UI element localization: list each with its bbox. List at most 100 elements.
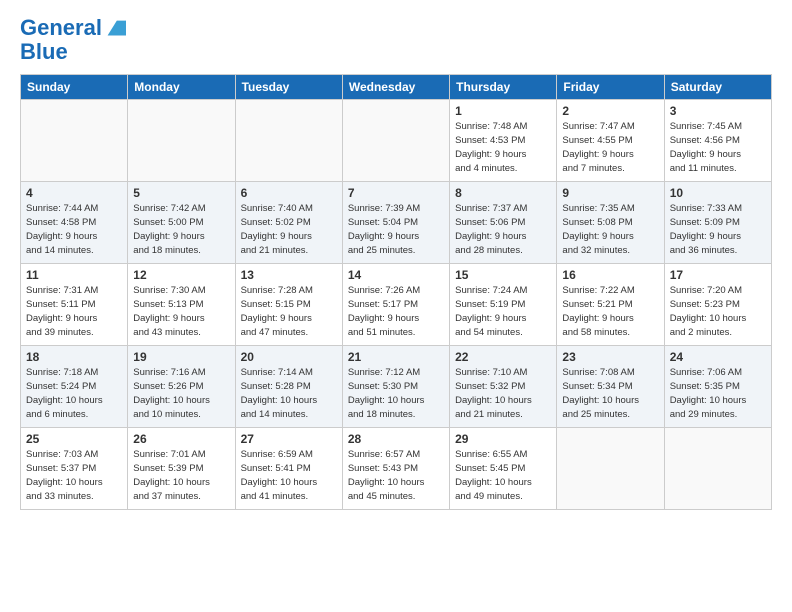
day-number: 18 bbox=[26, 350, 122, 364]
calendar-cell bbox=[342, 100, 449, 182]
calendar-cell: 14 Sunrise: 7:26 AM Sunset: 5:17 PM Dayli… bbox=[342, 264, 449, 346]
day-info: Sunrise: 7:44 AM Sunset: 4:58 PM Dayligh… bbox=[26, 202, 122, 257]
day-info: Sunrise: 7:37 AM Sunset: 5:06 PM Dayligh… bbox=[455, 202, 551, 257]
day-number: 9 bbox=[562, 186, 658, 200]
day-number: 24 bbox=[670, 350, 766, 364]
day-number: 8 bbox=[455, 186, 551, 200]
calendar-cell: 29Sunrise: 6:55 AM Sunset: 5:45 PM Dayli… bbox=[450, 428, 557, 510]
calendar-week-row: 25 Sunrise: 7:03 AM Sunset: 5:37 PM Dayli… bbox=[21, 428, 772, 510]
calendar-cell bbox=[21, 100, 128, 182]
day-number: 11 bbox=[26, 268, 122, 282]
day-number: 20 bbox=[241, 350, 337, 364]
day-info: Sunrise: 7:26 AM Sunset: 5:17 PM Dayligh… bbox=[348, 284, 444, 339]
calendar-cell: 3 Sunrise: 7:45 AM Sunset: 4:56 PM Daylig… bbox=[664, 100, 771, 182]
header: General Blue bbox=[20, 16, 772, 64]
day-info: Sunrise: 6:57 AM Sunset: 5:43 PM Dayligh… bbox=[348, 448, 444, 503]
calendar-cell: 18 Sunrise: 7:18 AM Sunset: 5:24 PM Dayli… bbox=[21, 346, 128, 428]
day-info: Sunrise: 7:12 AM Sunset: 5:30 PM Dayligh… bbox=[348, 366, 444, 421]
calendar-cell: 21Sunrise: 7:12 AM Sunset: 5:30 PM Dayli… bbox=[342, 346, 449, 428]
calendar-cell: 19 Sunrise: 7:16 AM Sunset: 5:26 PM Dayli… bbox=[128, 346, 235, 428]
day-info: Sunrise: 7:14 AM Sunset: 5:28 PM Dayligh… bbox=[241, 366, 337, 421]
calendar-cell: 9 Sunrise: 7:35 AM Sunset: 5:08 PM Daylig… bbox=[557, 182, 664, 264]
calendar-cell: 22Sunrise: 7:10 AM Sunset: 5:32 PM Dayli… bbox=[450, 346, 557, 428]
day-info: Sunrise: 7:06 AM Sunset: 5:35 PM Dayligh… bbox=[670, 366, 766, 421]
day-number: 12 bbox=[133, 268, 229, 282]
day-number: 23 bbox=[562, 350, 658, 364]
calendar-cell: 26 Sunrise: 7:01 AM Sunset: 5:39 PM Dayli… bbox=[128, 428, 235, 510]
calendar-cell: 16Sunrise: 7:22 AM Sunset: 5:21 PM Dayli… bbox=[557, 264, 664, 346]
day-info: Sunrise: 7:30 AM Sunset: 5:13 PM Dayligh… bbox=[133, 284, 229, 339]
calendar-cell: 2Sunrise: 7:47 AM Sunset: 4:55 PM Daylig… bbox=[557, 100, 664, 182]
calendar-table: SundayMondayTuesdayWednesdayThursdayFrid… bbox=[20, 74, 772, 510]
calendar-cell: 4 Sunrise: 7:44 AM Sunset: 4:58 PM Daylig… bbox=[21, 182, 128, 264]
day-info: Sunrise: 6:59 AM Sunset: 5:41 PM Dayligh… bbox=[241, 448, 337, 503]
day-info: Sunrise: 7:01 AM Sunset: 5:39 PM Dayligh… bbox=[133, 448, 229, 503]
column-header-tuesday: Tuesday bbox=[235, 75, 342, 100]
day-number: 27 bbox=[241, 432, 337, 446]
calendar-cell: 13 Sunrise: 7:28 AM Sunset: 5:15 PM Dayli… bbox=[235, 264, 342, 346]
day-info: Sunrise: 7:16 AM Sunset: 5:26 PM Dayligh… bbox=[133, 366, 229, 421]
calendar-cell: 24 Sunrise: 7:06 AM Sunset: 5:35 PM Dayli… bbox=[664, 346, 771, 428]
day-info: Sunrise: 7:22 AM Sunset: 5:21 PM Dayligh… bbox=[562, 284, 658, 339]
calendar-cell: 7 Sunrise: 7:39 AM Sunset: 5:04 PM Daylig… bbox=[342, 182, 449, 264]
day-number: 5 bbox=[133, 186, 229, 200]
calendar-cell bbox=[235, 100, 342, 182]
day-info: Sunrise: 7:48 AM Sunset: 4:53 PM Dayligh… bbox=[455, 120, 551, 175]
calendar-cell: 20 Sunrise: 7:14 AM Sunset: 5:28 PM Dayli… bbox=[235, 346, 342, 428]
day-info: Sunrise: 7:33 AM Sunset: 5:09 PM Dayligh… bbox=[670, 202, 766, 257]
day-number: 1 bbox=[455, 104, 551, 118]
column-header-wednesday: Wednesday bbox=[342, 75, 449, 100]
day-info: Sunrise: 7:39 AM Sunset: 5:04 PM Dayligh… bbox=[348, 202, 444, 257]
calendar-cell: 15 Sunrise: 7:24 AM Sunset: 5:19 PM Dayli… bbox=[450, 264, 557, 346]
calendar-cell bbox=[128, 100, 235, 182]
calendar-cell bbox=[557, 428, 664, 510]
day-info: Sunrise: 7:03 AM Sunset: 5:37 PM Dayligh… bbox=[26, 448, 122, 503]
day-number: 13 bbox=[241, 268, 337, 282]
calendar-cell: 8 Sunrise: 7:37 AM Sunset: 5:06 PM Daylig… bbox=[450, 182, 557, 264]
page: General Blue SundayMond bbox=[0, 0, 792, 520]
day-info: Sunrise: 7:45 AM Sunset: 4:56 PM Dayligh… bbox=[670, 120, 766, 175]
column-header-saturday: Saturday bbox=[664, 75, 771, 100]
day-info: Sunrise: 7:40 AM Sunset: 5:02 PM Dayligh… bbox=[241, 202, 337, 257]
logo-icon bbox=[104, 17, 126, 39]
calendar-cell: 11 Sunrise: 7:31 AM Sunset: 5:11 PM Dayli… bbox=[21, 264, 128, 346]
day-info: Sunrise: 7:20 AM Sunset: 5:23 PM Dayligh… bbox=[670, 284, 766, 339]
calendar-cell: 28 Sunrise: 6:57 AM Sunset: 5:43 PM Dayli… bbox=[342, 428, 449, 510]
logo-text2: Blue bbox=[20, 40, 126, 64]
calendar-week-row: 1 Sunrise: 7:48 AM Sunset: 4:53 PM Daylig… bbox=[21, 100, 772, 182]
day-number: 4 bbox=[26, 186, 122, 200]
logo: General Blue bbox=[20, 16, 126, 64]
day-number: 3 bbox=[670, 104, 766, 118]
calendar-week-row: 18 Sunrise: 7:18 AM Sunset: 5:24 PM Dayli… bbox=[21, 346, 772, 428]
day-number: 6 bbox=[241, 186, 337, 200]
day-info: Sunrise: 7:18 AM Sunset: 5:24 PM Dayligh… bbox=[26, 366, 122, 421]
calendar-cell bbox=[664, 428, 771, 510]
day-info: Sunrise: 7:24 AM Sunset: 5:19 PM Dayligh… bbox=[455, 284, 551, 339]
column-header-sunday: Sunday bbox=[21, 75, 128, 100]
day-info: Sunrise: 7:28 AM Sunset: 5:15 PM Dayligh… bbox=[241, 284, 337, 339]
day-number: 2 bbox=[562, 104, 658, 118]
calendar-cell: 23Sunrise: 7:08 AM Sunset: 5:34 PM Dayli… bbox=[557, 346, 664, 428]
day-info: Sunrise: 7:31 AM Sunset: 5:11 PM Dayligh… bbox=[26, 284, 122, 339]
column-header-monday: Monday bbox=[128, 75, 235, 100]
day-info: Sunrise: 6:55 AM Sunset: 5:45 PM Dayligh… bbox=[455, 448, 551, 503]
calendar-cell: 25 Sunrise: 7:03 AM Sunset: 5:37 PM Dayli… bbox=[21, 428, 128, 510]
column-header-friday: Friday bbox=[557, 75, 664, 100]
calendar-week-row: 11 Sunrise: 7:31 AM Sunset: 5:11 PM Dayli… bbox=[21, 264, 772, 346]
day-number: 15 bbox=[455, 268, 551, 282]
calendar-header-row: SundayMondayTuesdayWednesdayThursdayFrid… bbox=[21, 75, 772, 100]
day-number: 10 bbox=[670, 186, 766, 200]
calendar-cell: 17Sunrise: 7:20 AM Sunset: 5:23 PM Dayli… bbox=[664, 264, 771, 346]
day-info: Sunrise: 7:35 AM Sunset: 5:08 PM Dayligh… bbox=[562, 202, 658, 257]
calendar-week-row: 4 Sunrise: 7:44 AM Sunset: 4:58 PM Daylig… bbox=[21, 182, 772, 264]
day-number: 14 bbox=[348, 268, 444, 282]
calendar-cell: 10 Sunrise: 7:33 AM Sunset: 5:09 PM Dayli… bbox=[664, 182, 771, 264]
day-number: 26 bbox=[133, 432, 229, 446]
day-number: 19 bbox=[133, 350, 229, 364]
calendar-cell: 27 Sunrise: 6:59 AM Sunset: 5:41 PM Dayli… bbox=[235, 428, 342, 510]
day-number: 28 bbox=[348, 432, 444, 446]
day-number: 25 bbox=[26, 432, 122, 446]
day-number: 7 bbox=[348, 186, 444, 200]
day-number: 22 bbox=[455, 350, 551, 364]
logo-text: General bbox=[20, 16, 102, 40]
